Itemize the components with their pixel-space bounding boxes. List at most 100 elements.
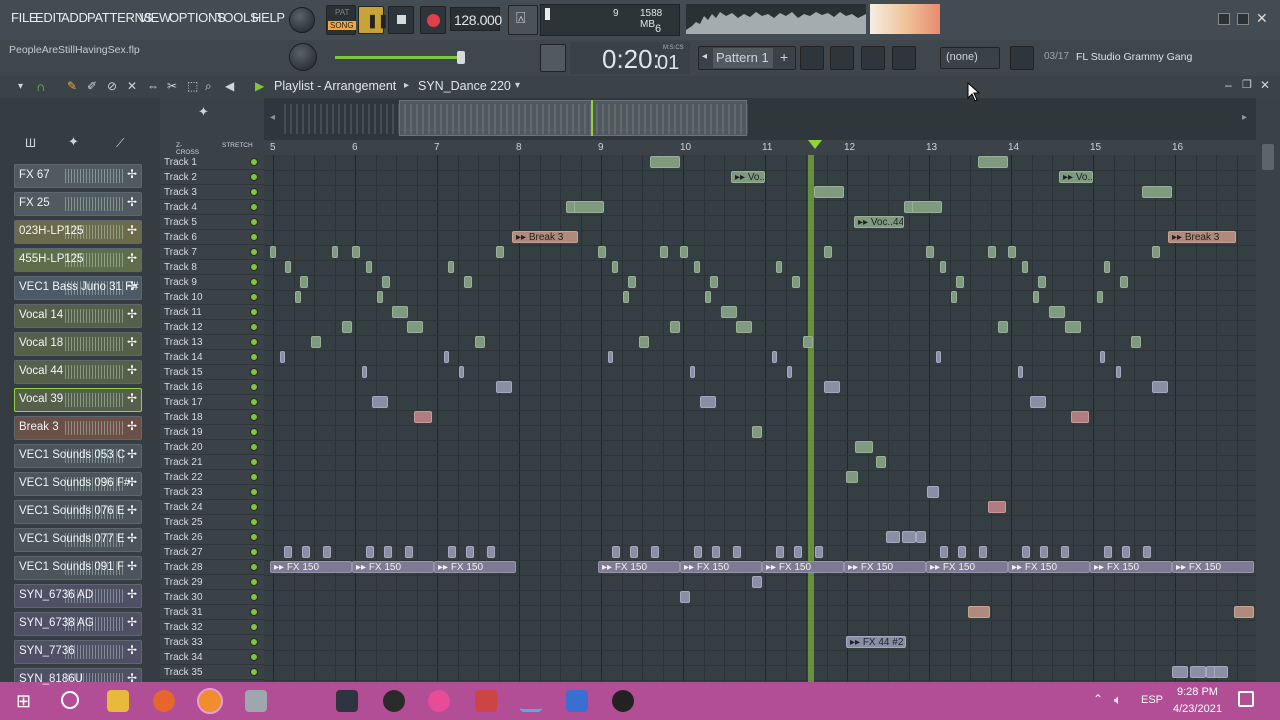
playlist-clip[interactable] [414,411,432,423]
pat-song-switch[interactable]: PAT SONG [326,5,356,35]
track-mute-led[interactable] [250,293,258,301]
playlist-clip[interactable] [352,246,360,258]
track-header[interactable]: Track 11 [160,305,264,320]
track-mute-led[interactable] [250,218,258,226]
playlist-clip[interactable] [311,336,321,348]
slice-icon[interactable]: ✂ [167,79,177,93]
playlist-clip[interactable] [444,351,449,363]
track-header[interactable]: Track 30 [160,590,264,605]
channel-drag-icon[interactable]: ✢ [127,643,137,657]
snap-icon[interactable]: ✦ [198,104,209,120]
playlist-clip[interactable] [639,336,649,348]
playlist-clip[interactable] [886,531,900,543]
playlist-clip[interactable] [824,246,832,258]
channel-button[interactable]: SYN_6738 AG ✢ [14,612,142,636]
playlist-clip[interactable] [475,336,485,348]
playlist-clip[interactable] [752,576,762,588]
playlist-clip[interactable] [1152,246,1160,258]
playlist-clip[interactable] [998,321,1008,333]
playlist-clip[interactable]: ▸▸ FX 150 [352,561,434,573]
playlist-clip[interactable] [700,396,716,408]
playlist-clip[interactable] [1038,276,1046,288]
playlist-clip[interactable] [608,351,613,363]
track-mute-led[interactable] [250,368,258,376]
playlist-clip[interactable] [1172,666,1188,678]
pattern-dropdown-icon[interactable]: ▾ [515,80,520,91]
track-header[interactable]: Track 19 [160,425,264,440]
playlist-clip[interactable] [448,546,456,558]
editor-icon[interactable] [520,690,542,712]
playlist-clip[interactable] [366,546,374,558]
step-sequencer-button[interactable] [800,46,824,70]
master-pitch-knob[interactable] [289,43,317,71]
track-header[interactable]: Track 27 [160,545,264,560]
channel-drag-icon[interactable]: ✢ [127,335,137,349]
playlist-clip[interactable] [916,531,926,543]
playlist-clip[interactable] [733,546,741,558]
track-header[interactable]: Track 28 [160,560,264,575]
track-mute-led[interactable] [250,263,258,271]
picker-pattern-icon[interactable]: Ш [25,136,36,150]
playlist-clip[interactable] [1120,276,1128,288]
channel-drag-icon[interactable]: ✢ [127,587,137,601]
playlist-clip[interactable] [466,546,474,558]
playlist-clip[interactable]: ▸▸ FX 150 [762,561,844,573]
playlist-clip[interactable] [270,246,276,258]
playlist-clip[interactable] [280,351,285,363]
windows-start-icon[interactable]: ⊞ [16,691,31,712]
master-volume-knob[interactable] [289,7,315,33]
playlist-clip[interactable] [794,546,802,558]
channel-button[interactable]: Vocal 39 ✢ [14,388,142,412]
maximize-button[interactable] [1237,13,1249,25]
track-mute-led[interactable] [250,443,258,451]
track-mute-led[interactable] [250,158,258,166]
playlist-clip[interactable]: ▸▸ FX 44 #2 [846,636,906,648]
playlist-clip[interactable] [926,246,934,258]
channel-drag-icon[interactable]: ✢ [127,391,137,405]
track-mute-led[interactable] [250,338,258,346]
track-mute-led[interactable] [250,203,258,211]
playlist-clip[interactable]: ▸▸ FX 150 [598,561,680,573]
track-mute-led[interactable] [250,623,258,631]
add-pattern-button[interactable]: + [780,49,788,65]
playlist-clip[interactable] [1234,606,1254,618]
mute-icon[interactable]: ✕ [127,79,137,93]
playlist-clip[interactable] [1122,546,1130,558]
track-header[interactable]: Track 10 [160,290,264,305]
playlist-clip[interactable] [630,546,638,558]
track-mute-led[interactable] [250,503,258,511]
playlist-clip[interactable] [1214,666,1228,678]
pattern-selector[interactable]: ◂ Pattern 1 + [698,46,796,70]
channel-drag-icon[interactable]: ✢ [127,559,137,573]
scroll-thumb[interactable] [1262,144,1274,170]
playlist-clip[interactable] [940,261,946,273]
playlist-clip[interactable] [1104,546,1112,558]
playlist-grid[interactable]: ▸▸ Vo... ▸▸ Vo... ▸▸ Voc..44 ▸▸ Break 3 ▸▸ B… [264,155,1256,682]
channel-rack-button[interactable] [861,46,885,70]
menu-view[interactable]: VIEW [139,10,171,25]
playlist-clip[interactable] [496,381,512,393]
track-mute-led[interactable] [250,308,258,316]
playlist-clip[interactable] [705,291,711,303]
playlist-clip[interactable] [1065,321,1081,333]
playlist-clip[interactable]: ▸▸ Vo... [731,171,765,183]
channel-button[interactable]: VEC1 Sounds 053 C ✢ [14,444,142,468]
playlist-clip[interactable] [1143,546,1151,558]
playlist-clip[interactable] [710,276,718,288]
track-mute-led[interactable] [250,653,258,661]
zoom-icon[interactable]: ⌕ [205,79,212,94]
playlist-clip[interactable] [300,276,308,288]
playlist-clip[interactable] [721,306,737,318]
playlist-pattern-name[interactable]: SYN_Dance [418,79,487,93]
playlist-clip[interactable] [1018,366,1023,378]
mixer-button[interactable] [892,46,916,70]
track-mute-led[interactable] [250,518,258,526]
playlist-clip[interactable] [405,546,413,558]
track-header[interactable]: Track 6 [160,230,264,245]
playlist-clip[interactable] [787,366,792,378]
track-header[interactable]: Track 3 [160,185,264,200]
channel-button[interactable]: FX 67 ✢ [14,164,142,188]
playlist-clip[interactable] [295,291,301,303]
track-header[interactable]: Track 20 [160,440,264,455]
news-ticker[interactable]: FL Studio Grammy Gang [1076,51,1192,63]
